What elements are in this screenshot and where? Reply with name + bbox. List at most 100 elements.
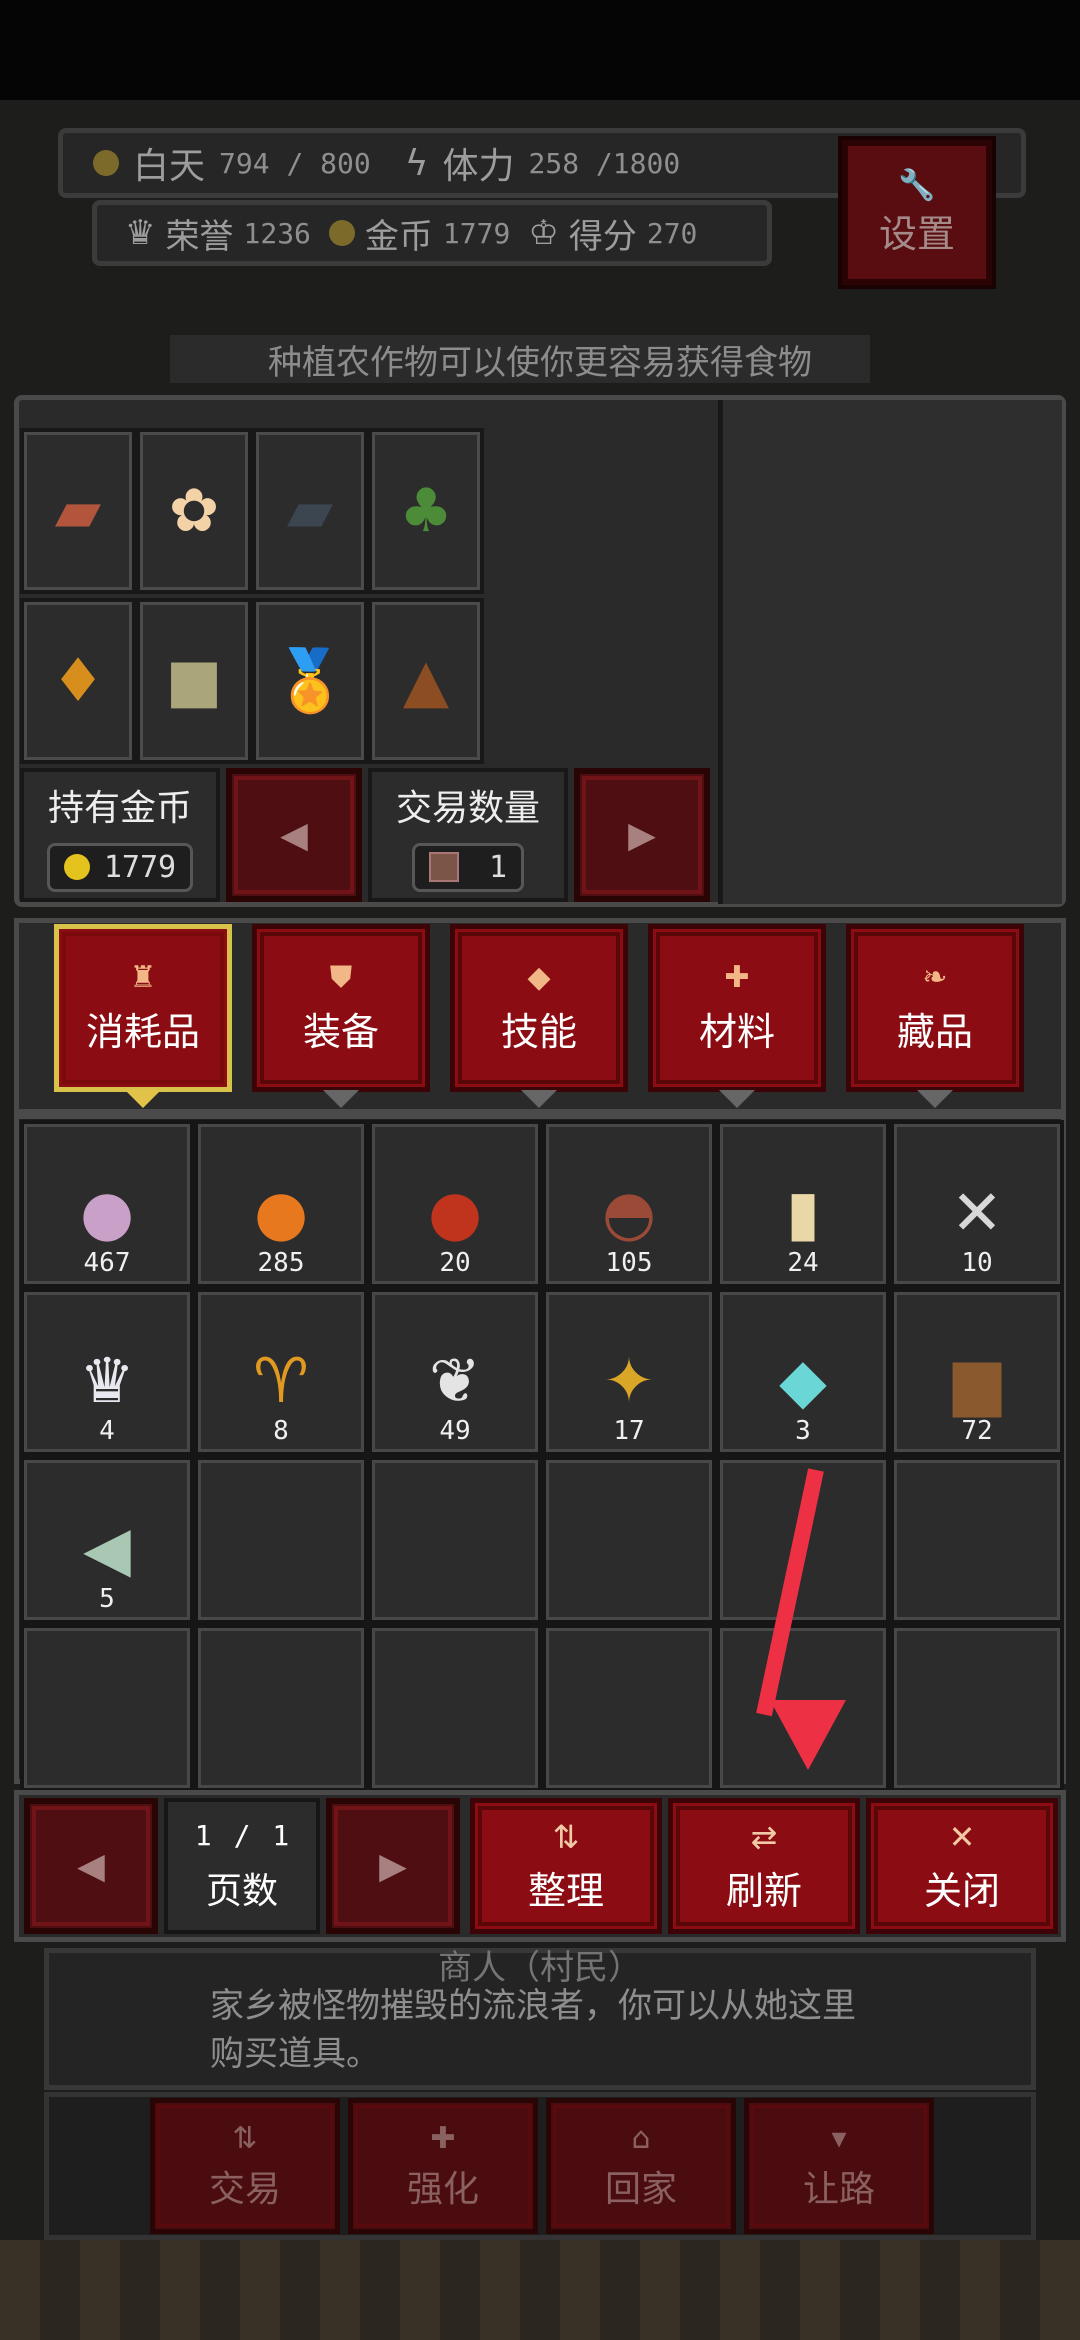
home-icon: ⌂ [631, 2120, 651, 2156]
action-label: 回家 [604, 2168, 677, 2210]
item-count: 49 [439, 1416, 471, 1446]
speech-icon: ▾ [831, 2120, 847, 2156]
action-home[interactable]: ⌂ 回家 [546, 2098, 736, 2234]
tab-leaf[interactable]: ❧ 藏品 [846, 924, 1024, 1092]
jar-icon: ▮ [785, 1176, 821, 1249]
qty-decrease-button[interactable]: ◀ [226, 768, 362, 902]
trade-item-slot[interactable]: ♣ [368, 428, 484, 594]
trade-item-slot[interactable]: ■ [136, 598, 252, 764]
inventory-slot[interactable] [194, 1624, 368, 1792]
item-count: 4 [99, 1416, 115, 1446]
fish-icon: ◀ [83, 1512, 131, 1585]
inventory-slot[interactable]: ✕ 10 [890, 1120, 1064, 1288]
item-count: 8 [273, 1416, 289, 1446]
inventory-slot[interactable] [368, 1624, 542, 1792]
gold-ornament-icon: ✦ [603, 1344, 655, 1417]
inventory-slot[interactable]: ♈ 8 [194, 1288, 368, 1456]
inventory-slot[interactable]: ● 285 [194, 1120, 368, 1288]
inventory-slot[interactable]: ◀ 5 [20, 1456, 194, 1624]
npc-description: 家乡被怪物摧毁的流浪者，你可以从她这里购买道具。 [210, 1986, 856, 2074]
crystal-icon: ◆ [779, 1344, 827, 1417]
trade-qty-value: 1 [488, 849, 508, 885]
next-page-button[interactable]: ▶ [326, 1798, 460, 1934]
item-count: 17 [613, 1416, 645, 1446]
trade-item-slot[interactable]: 🏅 [252, 598, 368, 764]
inventory-slot[interactable]: ✦ 17 [542, 1288, 716, 1456]
inventory-slot[interactable]: ❦ 49 [368, 1288, 542, 1456]
arrow-left-icon: ◀ [280, 814, 308, 856]
bone-icon: ✕ [951, 1176, 1003, 1249]
inventory-slot[interactable]: ◓ 105 [542, 1120, 716, 1288]
stamina-icon: ϟ [404, 142, 429, 184]
material-icon: ✚ [724, 960, 750, 995]
sort-button[interactable]: ⇅ 整理 [470, 1798, 662, 1934]
sort-icon: ⇅ [552, 1817, 580, 1856]
coin-icon [328, 220, 355, 246]
pumpkin-icon: ● [253, 1176, 309, 1249]
action-speech[interactable]: ▾ 让路 [744, 2098, 934, 2234]
action-trade[interactable]: ⇅ 交易 [150, 2098, 340, 2234]
trade-item-slot[interactable]: ▲ [368, 598, 484, 764]
honor-label: 荣誉 [165, 216, 234, 257]
inventory-slot[interactable]: ● 467 [20, 1120, 194, 1288]
trade-item-slot[interactable]: ♦ [20, 598, 136, 764]
item-count: 105 [605, 1248, 653, 1278]
refresh-button[interactable]: ⇄ 刷新 [668, 1798, 860, 1934]
tab-label: 材料 [698, 1010, 775, 1054]
trade-item-slot[interactable]: ▰ [252, 428, 368, 594]
day-label: 白天 [133, 146, 206, 187]
inventory-slot[interactable] [890, 1456, 1064, 1624]
inventory-slot[interactable]: ▆ 72 [890, 1288, 1064, 1456]
plus-icon: ✚ [430, 2120, 456, 2156]
inventory-slot[interactable] [368, 1456, 542, 1624]
inventory-slot[interactable] [542, 1624, 716, 1792]
potion-icon: ♜ [129, 960, 157, 995]
close-button[interactable]: ✕ 关闭 [866, 1798, 1058, 1934]
action-label: 交易 [208, 2168, 281, 2210]
gold-value: 1779 [442, 216, 511, 250]
honor-value: 1236 [243, 216, 311, 250]
medal-icon: 🏅 [272, 646, 348, 716]
soup-bowl-icon: ◓ [601, 1176, 657, 1249]
settings-label: 设置 [878, 211, 955, 256]
tab-diamond[interactable]: ◆ 技能 [450, 924, 628, 1092]
held-gold-pill: 1779 [46, 842, 194, 892]
prev-page-button[interactable]: ◀ [24, 1798, 158, 1934]
settings-button[interactable]: 🔧 设置 [838, 136, 996, 289]
action-plus[interactable]: ✚ 强化 [348, 2098, 538, 2234]
sand-block-icon: ■ [165, 646, 223, 716]
inventory-slot[interactable]: ● 20 [368, 1120, 542, 1288]
inventory-slot[interactable] [20, 1624, 194, 1792]
item-count: 3 [795, 1416, 811, 1446]
tab-label: 装备 [302, 1010, 379, 1054]
brick-block-icon: ▰ [54, 476, 102, 546]
inventory-slot[interactable] [542, 1456, 716, 1624]
refresh-icon: ⇄ [750, 1817, 778, 1856]
inventory-slot[interactable]: ◆ 3 [716, 1288, 890, 1456]
hint-text: 种植农作物可以使你更容易获得食物 [268, 343, 812, 383]
item-count: 285 [257, 1248, 305, 1278]
trade-item-slot[interactable]: ✿ [136, 428, 252, 594]
tab-potion[interactable]: ♜ 消耗品 [54, 924, 232, 1092]
item-count: 72 [961, 1416, 993, 1446]
arrow-right-icon: ▶ [628, 814, 656, 856]
qty-increase-button[interactable]: ▶ [574, 768, 710, 902]
inventory-slot[interactable]: ♛ 4 [20, 1288, 194, 1456]
score-bar: ♛ 荣誉 1236 金币 1779 ♔ 得分 270 [92, 200, 772, 266]
item-count: 20 [439, 1248, 471, 1278]
stamina-value: 258 /1800 [528, 146, 681, 180]
inventory-slot[interactable] [890, 1624, 1064, 1792]
close-label: 关闭 [923, 1868, 1000, 1913]
stone-block-icon: ▰ [286, 476, 334, 546]
inventory-slot[interactable]: ▮ 24 [716, 1120, 890, 1288]
item-count: 5 [99, 1584, 115, 1614]
refresh-label: 刷新 [725, 1868, 802, 1913]
tab-shield[interactable]: ⛊ 装备 [252, 924, 430, 1092]
held-gold-box: 持有金币 1779 [20, 768, 220, 902]
tree-icon: ♣ [399, 476, 453, 546]
arrow-left-icon: ◀ [77, 1845, 105, 1887]
inventory-slot[interactable] [194, 1456, 368, 1624]
tab-pointer-icon [719, 1090, 755, 1108]
trade-item-slot[interactable]: ▰ [20, 428, 136, 594]
tab-material[interactable]: ✚ 材料 [648, 924, 826, 1092]
